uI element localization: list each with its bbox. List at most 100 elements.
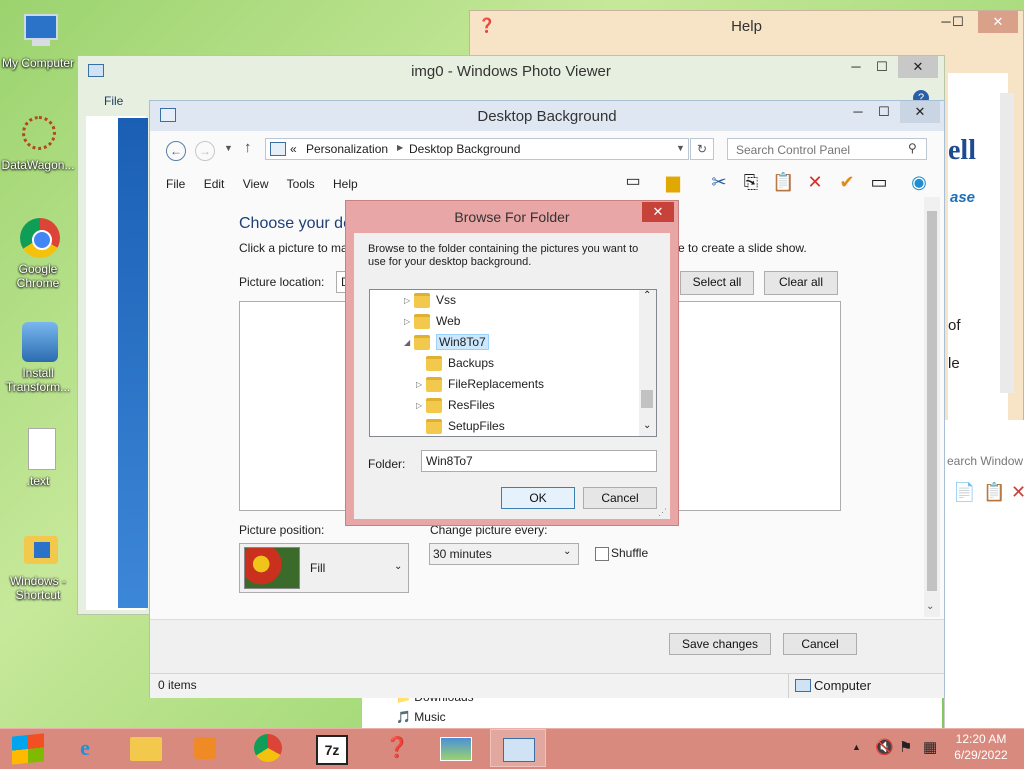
globe-icon[interactable]: ◉: [908, 171, 930, 193]
breadcrumb-personalization[interactable]: Personalization: [306, 142, 388, 156]
expand-arrow-icon[interactable]: ▷: [416, 375, 426, 395]
up-button[interactable]: ↑: [244, 139, 252, 156]
refresh-button[interactable]: ↻: [690, 138, 714, 160]
taskbar-control-panel[interactable]: [490, 729, 546, 767]
address-overflow[interactable]: «: [290, 142, 297, 156]
search-input[interactable]: [734, 141, 898, 159]
taskbar-media-player[interactable]: [182, 729, 228, 767]
change-picture-select[interactable]: 30 minutes ⌄: [429, 543, 579, 565]
network-icon[interactable]: ▦: [923, 738, 937, 756]
maximize-button[interactable]: ☐: [866, 56, 898, 78]
forward-button[interactable]: →: [195, 141, 215, 161]
desktop-icon-install-transform[interactable]: Install Transform...: [0, 320, 76, 394]
tree-item[interactable]: ▷ FileReplacements: [416, 374, 544, 394]
folder-field[interactable]: Win8To7: [421, 450, 657, 472]
scroll-down-icon[interactable]: ⌄: [926, 601, 934, 612]
menu-file[interactable]: File: [166, 177, 185, 191]
scroll-up-icon[interactable]: ⌃: [643, 290, 651, 301]
nav-item-music[interactable]: 🎵 Music: [396, 710, 446, 724]
cancel-button[interactable]: Cancel: [783, 633, 857, 655]
taskbar-photo-viewer[interactable]: [432, 729, 478, 767]
help-scrollbar[interactable]: [1000, 93, 1014, 393]
tree-item[interactable]: ▷ ResFiles: [416, 395, 495, 415]
layout-pane-icon[interactable]: ▭: [622, 171, 644, 193]
maximize-button[interactable]: ☐: [868, 101, 900, 123]
menu-file[interactable]: File: [104, 94, 123, 108]
tree-item[interactable]: ▷ Web: [404, 311, 460, 331]
menu-help[interactable]: Help: [333, 177, 358, 191]
picture-position-select[interactable]: Fill ⌄: [239, 543, 409, 593]
search-box[interactable]: ⚲: [727, 138, 927, 160]
cancel-button[interactable]: Cancel: [583, 487, 657, 509]
back-button[interactable]: ←: [166, 141, 186, 161]
desktop-icon-text-file[interactable]: .text: [0, 428, 76, 488]
menu-tools[interactable]: Tools: [287, 177, 315, 191]
folder-options-icon[interactable]: ▆: [662, 171, 684, 193]
select-all-button[interactable]: Select all: [680, 271, 754, 295]
desktop-background-titlebar[interactable]: Desktop Background ─ ☐ ✕: [150, 101, 944, 131]
maximize-button[interactable]: ☐: [942, 11, 974, 33]
close-button[interactable]: ✕: [900, 101, 940, 123]
start-button[interactable]: [6, 729, 52, 767]
browse-for-folder-dialog[interactable]: Browse For Folder ✕ Browse to the folder…: [345, 200, 679, 526]
address-dropdown-icon[interactable]: ▼: [676, 143, 685, 153]
volume-muted-icon[interactable]: 🔇: [875, 738, 894, 756]
tree-scroll-thumb[interactable]: [641, 390, 653, 408]
expanded-arrow-icon[interactable]: ◢: [404, 333, 414, 353]
search-icon[interactable]: ⚲: [908, 141, 917, 155]
taskbar-7zip[interactable]: 7z: [308, 729, 354, 767]
help-titlebar[interactable]: ❓ Help ─ ☐ ✕: [470, 11, 1023, 41]
tree-item[interactable]: ◢ Win8To7: [404, 332, 489, 352]
delete-icon[interactable]: ✕: [804, 171, 826, 193]
shuffle-label[interactable]: Shuffle: [611, 546, 648, 560]
taskbar-chrome[interactable]: [246, 729, 292, 767]
desktop-icon-datawagon[interactable]: DataWagon...: [0, 112, 76, 172]
close-button[interactable]: ✕: [642, 202, 674, 222]
tree-item[interactable]: SetupFiles: [416, 416, 505, 436]
taskbar-internet-explorer[interactable]: e: [62, 729, 108, 767]
action-center-flag-icon[interactable]: ⚑: [899, 738, 912, 756]
folder-tree[interactable]: ▷ Vss ▷ Web ◢ Win8To7 Backups ▷ FileReplacements…: [369, 289, 657, 437]
breadcrumb-separator-icon[interactable]: ▶: [397, 143, 403, 152]
checkmark-icon[interactable]: ✔: [836, 171, 858, 193]
desktop-icon-windows-shortcut[interactable]: Windows - Shortcut: [0, 528, 76, 602]
tree-scrollbar[interactable]: ⌃ ⌄: [639, 290, 656, 436]
help-link-fragment[interactable]: ase: [950, 189, 975, 206]
close-button[interactable]: ✕: [978, 11, 1018, 33]
delete-icon[interactable]: ✕: [1011, 482, 1024, 503]
photo-viewer-titlebar[interactable]: img0 - Windows Photo Viewer ─ ☐ ✕: [78, 56, 944, 86]
scrollbar-thumb[interactable]: [927, 211, 937, 591]
desktop-icon-google-chrome[interactable]: Google Chrome: [0, 216, 76, 290]
desktop-icon-my-computer[interactable]: My Computer: [0, 10, 76, 70]
paste-icon[interactable]: 📋: [772, 171, 794, 193]
ok-button[interactable]: OK: [501, 487, 575, 509]
menu-view[interactable]: View: [243, 177, 269, 191]
copy-icon[interactable]: 📄: [953, 482, 975, 503]
save-changes-button[interactable]: Save changes: [669, 633, 771, 655]
properties-icon[interactable]: ▭: [868, 171, 890, 193]
breadcrumb-desktop-background[interactable]: Desktop Background: [409, 142, 520, 156]
taskbar-file-explorer[interactable]: [122, 729, 168, 767]
resize-grip[interactable]: ⋰: [658, 507, 667, 518]
clear-all-button[interactable]: Clear all: [764, 271, 838, 295]
address-bar[interactable]: « Personalization ▶ Desktop Background ▼: [265, 138, 689, 160]
recent-locations-chevron-icon[interactable]: ▼: [224, 143, 233, 153]
expand-arrow-icon[interactable]: ▷: [404, 291, 414, 311]
close-button[interactable]: ✕: [898, 56, 938, 78]
browse-dialog-titlebar[interactable]: Browse For Folder ✕: [346, 201, 678, 227]
copy-icon[interactable]: ⎘: [740, 171, 762, 193]
clock[interactable]: 12:20 AM 6/29/2022: [946, 732, 1016, 762]
expand-arrow-icon[interactable]: ▷: [404, 312, 414, 332]
tree-item[interactable]: ▷ Vss: [404, 290, 456, 310]
content-scrollbar[interactable]: ⌄: [924, 197, 940, 617]
taskbar-help[interactable]: ❓: [374, 729, 420, 767]
expand-arrow-icon[interactable]: ▷: [416, 396, 426, 416]
menu-edit[interactable]: Edit: [204, 177, 225, 191]
cut-icon[interactable]: ✂: [708, 171, 730, 193]
scroll-down-icon[interactable]: ⌄: [643, 420, 651, 431]
tree-item[interactable]: Backups: [416, 353, 494, 373]
paste-icon[interactable]: 📋: [983, 482, 1005, 503]
search-windows-fragment[interactable]: earch Window: [947, 454, 1023, 468]
shuffle-checkbox[interactable]: [595, 547, 609, 561]
tray-overflow-icon[interactable]: ▲: [852, 742, 861, 752]
